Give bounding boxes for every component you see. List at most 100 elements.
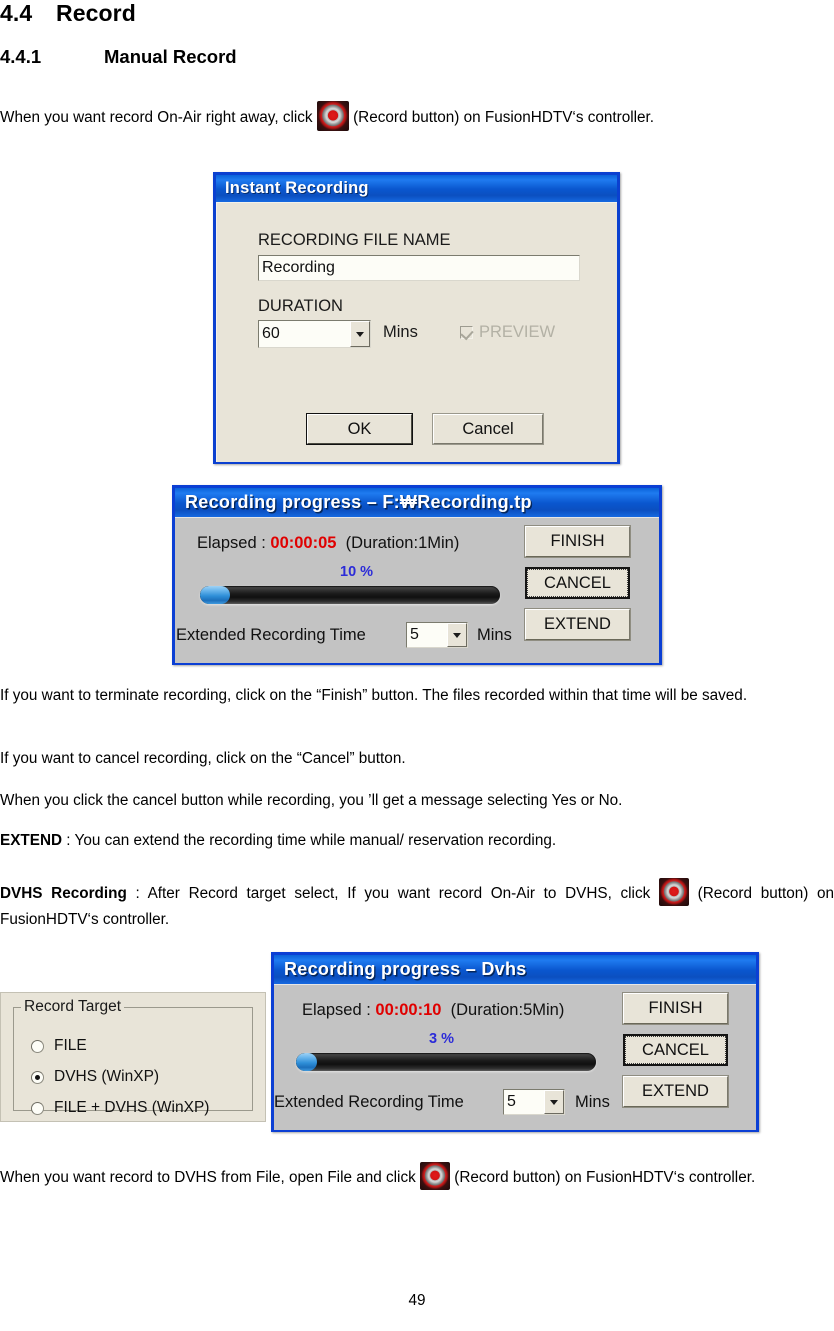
extend-note-text: : You can extend the recording time whil… — [62, 832, 557, 849]
dialog-titlebar: Recording progress – Dvhs — [274, 955, 756, 984]
duration-select[interactable]: 60 — [258, 320, 371, 348]
cancel-message-note-paragraph: When you click the cancel button while r… — [0, 792, 623, 809]
ok-button-label: OK — [347, 419, 372, 438]
dialog-body: Elapsed : 00:00:10 (Duration:5Min) 3 % E… — [274, 984, 756, 1130]
duration-text: (Duration:1Min) — [345, 534, 460, 552]
chevron-down-icon[interactable] — [447, 623, 467, 647]
record-target-groupbox — [13, 1007, 253, 1111]
radio-option-file-plus-dvhs[interactable]: FILE + DVHS (WinXP) — [31, 1099, 209, 1117]
file-to-dvhs-text-a: When you want record to DVHS from File, … — [0, 1169, 416, 1187]
elapsed-row: Elapsed : 00:00:10 (Duration:5Min) — [302, 1001, 564, 1020]
section-title: Record — [56, 0, 136, 26]
extended-time-units-label: Mins — [477, 626, 512, 644]
extend-keyword: EXTEND — [0, 832, 63, 849]
dialog-titlebar: Instant Recording — [216, 175, 617, 202]
record-button-icon — [420, 1162, 450, 1190]
finish-button-label: FINISH — [648, 999, 703, 1017]
intro-text-b: (Record button) on FusionHDTV‘s controll… — [353, 109, 655, 127]
progress-percent-label: 3 % — [429, 1031, 454, 1047]
intro-text-a: When you want record On-Air right away, … — [0, 109, 313, 127]
cancel-button[interactable]: CANCEL — [525, 567, 630, 599]
record-target-group-title: Record Target — [21, 998, 125, 1016]
subsection-heading: 4.4.1 Manual Record — [0, 46, 237, 68]
extend-button-label: EXTEND — [544, 615, 611, 633]
extended-time-value: 5 — [410, 626, 419, 643]
extend-note-paragraph: EXTEND : You can extend the recording ti… — [0, 829, 834, 852]
radio-icon[interactable] — [31, 1039, 44, 1053]
elapsed-time: 00:00:10 — [375, 1001, 442, 1019]
elapsed-label: Elapsed : — [197, 534, 266, 552]
cancel-button-label: Cancel — [462, 419, 514, 438]
chevron-down-icon[interactable] — [544, 1090, 564, 1114]
finish-button[interactable]: FINISH — [524, 525, 631, 558]
dvhs-recording-paragraph: DVHS Recording : After Record target sel… — [0, 878, 834, 931]
progress-bar — [296, 1053, 596, 1071]
dialog-title: Recording progress – Dvhs — [284, 959, 527, 979]
dialog-title: Instant Recording — [225, 179, 369, 197]
radio-label: FILE — [54, 1037, 87, 1054]
radio-option-dvhs[interactable]: DVHS (WinXP) — [31, 1068, 159, 1086]
elapsed-label: Elapsed : — [302, 1001, 371, 1019]
extended-time-units-label: Mins — [575, 1093, 610, 1111]
dialog-body: Elapsed : 00:00:05 (Duration:1Min) 10 % … — [175, 517, 659, 663]
radio-icon-selected[interactable] — [31, 1070, 44, 1084]
manual-page: 4.4 Record 4.4.1 Manual Record When you wa… — [0, 0, 834, 1331]
ok-button[interactable]: OK — [306, 413, 413, 445]
dialog-body: RECORDING FILE NAME Recording DURATION 6… — [216, 202, 617, 462]
radio-option-file[interactable]: FILE — [31, 1037, 87, 1055]
progress-bar-fill — [200, 586, 230, 604]
duration-text: (Duration:5Min) — [450, 1001, 565, 1019]
cancel-button[interactable]: Cancel — [432, 413, 544, 445]
extended-time-value: 5 — [507, 1093, 516, 1110]
file-to-dvhs-paragraph: When you want record to DVHS from File, … — [0, 1162, 834, 1192]
section-number: 4.4 — [0, 0, 33, 26]
elapsed-time: 00:00:05 — [270, 534, 337, 552]
duration-value: 60 — [262, 325, 280, 342]
recording-file-name-input[interactable]: Recording — [258, 255, 580, 281]
cancel-button-label: CANCEL — [642, 1040, 709, 1059]
record-button-icon — [316, 101, 349, 131]
recording-progress-dvhs-dialog: Recording progress – Dvhs Elapsed : 00:0… — [271, 952, 759, 1132]
duration-units-label: Mins — [383, 323, 418, 341]
record-target-panel: Record Target FILE DVHS (WinXP) FILE + D… — [0, 992, 266, 1122]
preview-label: PREVIEW — [479, 323, 556, 341]
dialog-titlebar: Recording progress – F:₩Recording.tp — [175, 488, 659, 517]
recording-file-name-value: Recording — [262, 259, 335, 276]
record-button-icon — [658, 878, 689, 906]
extend-button[interactable]: EXTEND — [622, 1075, 729, 1108]
finish-button-label: FINISH — [550, 532, 605, 550]
cancel-note-paragraph: If you want to cancel recording, click o… — [0, 750, 406, 767]
cancel-button[interactable]: CANCEL — [623, 1034, 728, 1066]
elapsed-row: Elapsed : 00:00:05 (Duration:1Min) — [197, 534, 459, 553]
instant-recording-dialog: Instant Recording RECORDING FILE NAME Re… — [213, 172, 620, 464]
dvhs-note-text-a: : After Record target select, If you wan… — [126, 885, 651, 903]
progress-bar-fill — [296, 1053, 317, 1071]
extended-time-select[interactable]: 5 — [503, 1089, 565, 1115]
dialog-title: Recording progress – F:₩Recording.tp — [185, 492, 532, 512]
checkbox-icon[interactable] — [460, 326, 473, 339]
radio-icon[interactable] — [31, 1101, 44, 1115]
radio-label: FILE + DVHS (WinXP) — [54, 1099, 210, 1116]
finish-note-paragraph: If you want to terminate recording, clic… — [0, 687, 748, 704]
duration-label: DURATION — [258, 297, 343, 315]
progress-bar — [200, 586, 500, 604]
intro-paragraph: When you want record On-Air right away, … — [0, 101, 834, 133]
radio-label: DVHS (WinXP) — [54, 1068, 160, 1085]
finish-button[interactable]: FINISH — [622, 992, 729, 1025]
page-title: 4.4 Record — [0, 0, 136, 27]
cancel-button-label: CANCEL — [544, 573, 611, 592]
subsection-number: 4.4.1 — [0, 46, 42, 67]
file-to-dvhs-text-b: (Record button) on FusionHDTV‘s controll… — [454, 1169, 756, 1187]
dvhs-keyword: DVHS Recording — [0, 885, 127, 903]
recording-file-name-label: RECORDING FILE NAME — [258, 231, 451, 249]
extended-time-select[interactable]: 5 — [406, 622, 468, 648]
chevron-down-icon[interactable] — [350, 321, 370, 347]
extend-button[interactable]: EXTEND — [524, 608, 631, 641]
page-number: 49 — [408, 1292, 426, 1309]
extend-button-label: EXTEND — [642, 1082, 709, 1100]
recording-progress-file-dialog: Recording progress – F:₩Recording.tp Ela… — [172, 485, 662, 665]
progress-percent-label: 10 % — [340, 564, 374, 580]
subsection-title: Manual Record — [104, 46, 237, 67]
preview-checkbox-row[interactable]: PREVIEW — [460, 323, 555, 342]
extended-recording-time-label: Extended Recording Time — [176, 626, 366, 644]
